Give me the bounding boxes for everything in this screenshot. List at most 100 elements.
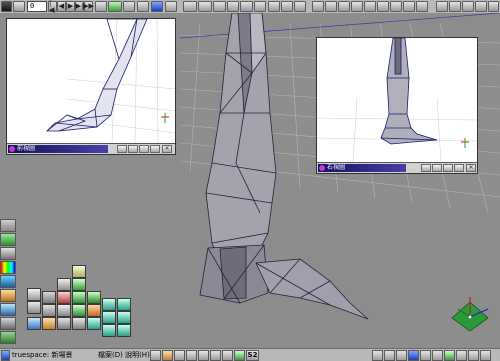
sweep-tool-button[interactable] [254, 1, 266, 12]
material-tool-button[interactable] [312, 1, 324, 12]
keyframe-list-button[interactable] [95, 1, 107, 12]
status-fullscreen-button[interactable] [480, 350, 491, 361]
status-zoom-button[interactable] [372, 350, 383, 361]
palette-material-button[interactable] [0, 247, 16, 260]
status-unglue-button[interactable] [210, 350, 221, 361]
right-view-panel[interactable]: 右視圖 ✕ [316, 37, 478, 174]
palette-layer-button[interactable] [0, 331, 16, 344]
primitive-polygon-button[interactable] [87, 291, 101, 304]
status-delete-button[interactable] [174, 350, 185, 361]
primitive-cube-button[interactable] [57, 278, 71, 291]
palette-select-button[interactable] [0, 219, 16, 232]
step-back-button[interactable]: ◀ [57, 1, 66, 12]
bones-tool-button[interactable] [364, 1, 376, 12]
status-undo-button[interactable] [150, 350, 161, 361]
primitive-capsule-button[interactable] [72, 304, 86, 317]
camera-tool-button[interactable] [137, 1, 149, 12]
plugin-tool-button[interactable] [390, 1, 402, 12]
status-glue-button[interactable] [198, 350, 209, 361]
palette-scene-button[interactable] [0, 303, 16, 316]
primitive-torus-button[interactable] [57, 291, 71, 304]
palette-light-button[interactable] [0, 275, 16, 288]
primitive-grid-button[interactable] [27, 301, 41, 314]
view-top-button[interactable] [462, 1, 474, 12]
right-view-close-button[interactable]: ✕ [466, 164, 476, 172]
status-grid-button[interactable] [408, 350, 419, 361]
status-orbit-button[interactable] [396, 350, 407, 361]
primitive-prism-button[interactable] [57, 317, 71, 330]
primitive-ring-button[interactable] [87, 317, 101, 330]
primitive-wedge-button[interactable] [42, 317, 56, 330]
s2-label-button[interactable]: S2 [246, 350, 259, 361]
paint-tool-button[interactable] [240, 1, 253, 12]
status-copy-button[interactable] [186, 350, 197, 361]
script-tool-button[interactable] [403, 1, 415, 12]
front-view-panel[interactable]: 前視圖 ✕ [6, 18, 176, 155]
status-snap-button[interactable] [420, 350, 431, 361]
nurbs-tool-button[interactable] [338, 1, 350, 12]
axis-gizmo-icon[interactable] [451, 297, 489, 332]
lathe-tool-button[interactable] [294, 1, 306, 12]
view-left-button[interactable] [449, 1, 461, 12]
palette-color-button[interactable] [0, 261, 16, 274]
primitive-cone-button[interactable] [72, 265, 86, 278]
primitive-pyramid-button[interactable] [57, 304, 71, 317]
primitive-lathe-button[interactable] [102, 298, 116, 311]
boolean-tool-button[interactable] [281, 1, 293, 12]
status-normalize-button[interactable] [234, 350, 245, 361]
play-button[interactable]: ▶ [66, 1, 75, 12]
metaball-tool-button[interactable] [351, 1, 363, 12]
web-tool-button[interactable] [416, 1, 428, 12]
move-tool-button[interactable] [183, 1, 197, 12]
right-view-move-button[interactable] [443, 164, 453, 172]
render-tool-button[interactable] [165, 1, 177, 12]
primitive-sphere-button[interactable] [72, 278, 86, 291]
status-render-button[interactable] [468, 350, 479, 361]
view-front-button[interactable] [436, 1, 448, 12]
primitive-sweep-button[interactable] [117, 298, 131, 311]
forward-end-button[interactable]: ▶▶ [83, 1, 94, 12]
status-pan-button[interactable] [384, 350, 395, 361]
object-tool-button[interactable] [108, 1, 122, 12]
status-redo-button[interactable] [162, 350, 173, 361]
front-view-rotate-button[interactable] [150, 145, 160, 153]
status-light-button[interactable] [444, 350, 455, 361]
front-view-close-button[interactable]: ✕ [162, 145, 172, 153]
view-perspective-button[interactable] [475, 1, 487, 12]
rotate-tool-button[interactable] [198, 1, 212, 12]
primitive-box-button[interactable] [42, 304, 56, 317]
primitive-star-button[interactable] [102, 324, 116, 337]
primitive-text-button[interactable] [72, 291, 86, 304]
view-camera-button[interactable] [488, 1, 499, 12]
primitive-plane-button[interactable] [27, 288, 41, 301]
frame-number-field[interactable]: 0 [27, 1, 47, 12]
primitive-spline-button[interactable] [102, 311, 116, 324]
front-view-move-button[interactable] [139, 145, 149, 153]
status-view-button[interactable] [432, 350, 443, 361]
uv-tool-button[interactable] [325, 1, 337, 12]
status-camera-button[interactable] [456, 350, 467, 361]
primitive-helix-button[interactable] [117, 324, 131, 337]
right-view-eye-button[interactable] [432, 164, 442, 172]
right-view-rotate-button[interactable] [454, 164, 464, 172]
path-tool-button[interactable] [123, 1, 135, 12]
animation-key-button[interactable] [13, 1, 25, 12]
primitive-gear-button[interactable] [87, 304, 101, 317]
right-view-render-button[interactable] [421, 164, 431, 172]
bevel-tool-button[interactable] [268, 1, 280, 12]
palette-render-button[interactable] [0, 289, 16, 302]
deform-tool-button[interactable] [227, 1, 239, 12]
primitive-dome-button[interactable] [27, 317, 41, 330]
primitive-tube-button[interactable] [72, 317, 86, 330]
primitive-bezier-button[interactable] [117, 311, 131, 324]
skin-tool-button[interactable] [377, 1, 389, 12]
scale-tool-button[interactable] [213, 1, 226, 12]
light-tool-button[interactable] [151, 1, 163, 12]
primitive-cylinder-button[interactable] [42, 291, 56, 304]
front-view-eye-button[interactable] [128, 145, 138, 153]
status-axis-button[interactable] [222, 350, 233, 361]
front-view-title[interactable]: 前視圖 [8, 145, 108, 153]
front-view-render-button[interactable] [117, 145, 127, 153]
palette-library-button[interactable] [0, 233, 16, 246]
palette-settings-button[interactable] [0, 317, 16, 330]
